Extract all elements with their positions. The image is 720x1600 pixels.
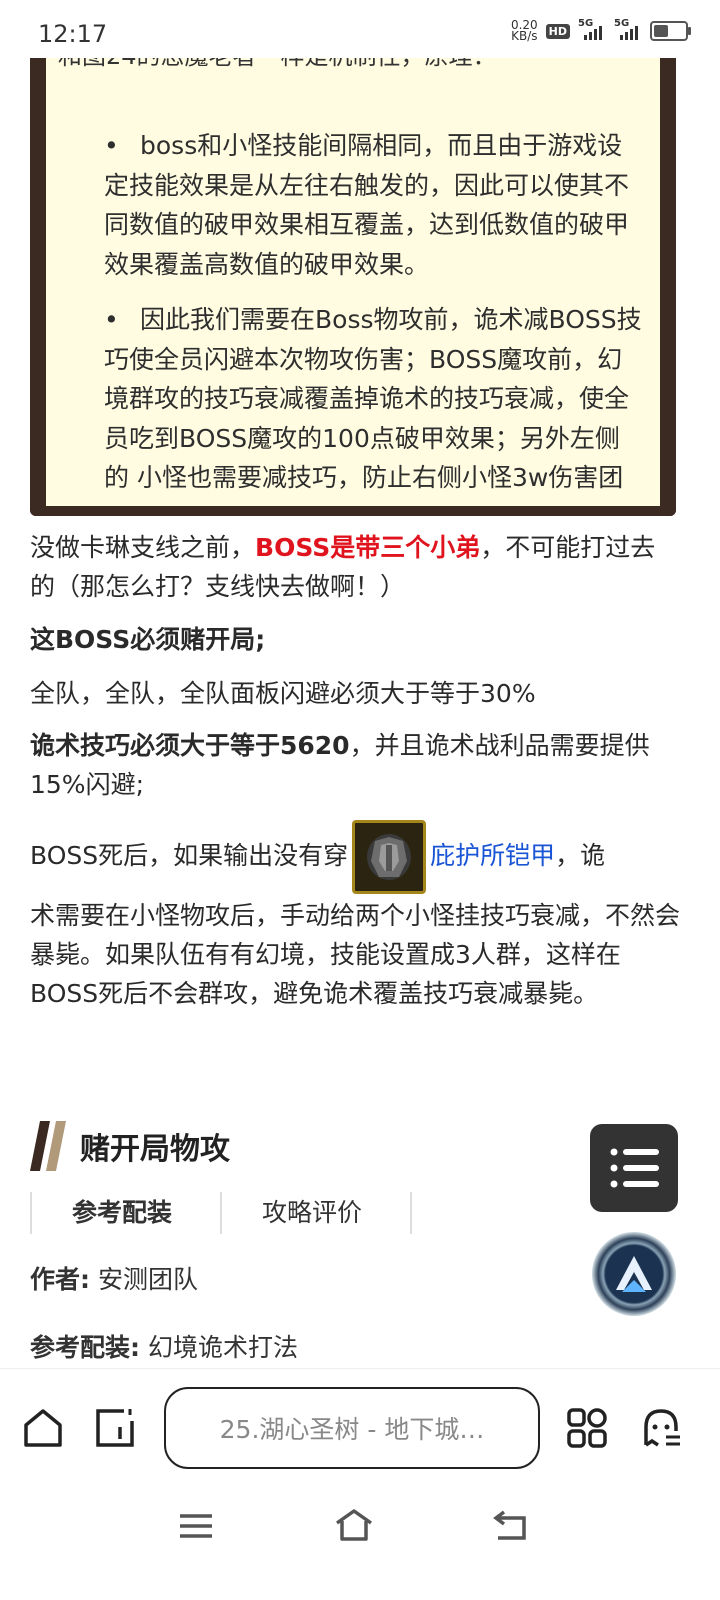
list-item: • boss和小怪技能间隔相同，而且由于游戏设定技能效果是从左往右触发的，因此可以… <box>104 131 630 279</box>
paragraph-after-boss: 术需要在小怪物攻后，手动给两个小怪挂技巧衰减，不然会暴毙。如果队伍有有幻境，技能… <box>30 901 681 1008</box>
battery-icon <box>650 21 691 41</box>
armor-item-icon[interactable] <box>352 820 427 894</box>
section-header: 赌开局物攻 <box>30 1120 230 1172</box>
list-item: • 因此我们需要在Boss物攻前，诡术减BOSS技巧使全员闪避本次物攻伤害；BOS… <box>104 305 642 506</box>
author-line: 作者: 安测团队 <box>30 1265 198 1294</box>
address-bar[interactable]: 25.湖心圣树 - 地下城… <box>164 1387 540 1469</box>
hd-voice-icon: HD <box>545 23 570 39</box>
note-bullet-list: • boss和小怪技能间隔相同，而且由于游戏设定技能效果是从左往右触发的，因此可以… <box>104 126 644 506</box>
table-of-contents-button[interactable] <box>590 1124 678 1212</box>
paragraph-after-boss-line1: BOSS死后，如果输出没有穿 庇护所铠甲，诡 <box>30 818 680 894</box>
recent-apps-icon[interactable] <box>178 1512 214 1540</box>
status-bar: 12:17 0.20 KB/s HD 5G 5G <box>0 0 720 58</box>
status-time: 12:17 <box>38 20 108 48</box>
armor-link[interactable]: 庇护所铠甲 <box>430 841 555 870</box>
ghost-menu-icon[interactable] <box>640 1407 682 1449</box>
nav-home-icon[interactable] <box>334 1508 374 1542</box>
tab-guide-reviews[interactable]: 攻略评价 <box>220 1192 413 1234</box>
section-bars-icon <box>30 1121 66 1171</box>
apps-grid-icon[interactable] <box>566 1407 608 1449</box>
paragraph-skill-requirement: 诡术技巧必须大于等于5620，并且诡术战利品需要提供15%闪避; <box>30 731 650 799</box>
section-title: 赌开局物攻 <box>80 1132 230 1167</box>
config-line: 参考配装: 幻境诡术打法 <box>30 1333 298 1362</box>
home-icon[interactable] <box>22 1407 64 1449</box>
paragraph-before-quest: 没做卡琳支线之前，BOSS是带三个小弟，不可能打过去的（那怎么打？支线快去做啊！… <box>30 533 656 601</box>
app-logo-button[interactable] <box>592 1232 676 1316</box>
system-nav-bar <box>0 1486 720 1600</box>
tab-reference-gear[interactable]: 参考配装 <box>30 1192 220 1234</box>
paragraph-dodge-requirement: 全队，全队，全队面板闪避必须大于等于30% <box>30 679 536 708</box>
highlight-text: BOSS是带三个小弟 <box>255 533 481 562</box>
back-icon[interactable] <box>492 1508 528 1542</box>
status-icons: 0.20 KB/s HD 5G 5G <box>510 18 691 43</box>
note-box: 和图24的恶魔老者一样是机制性，原理： •boss和小怪技能间隔相同，而且由于游… <box>30 42 676 516</box>
tabs-icon[interactable] <box>94 1407 136 1449</box>
signal-icon-sim2: 5G <box>614 18 642 40</box>
section-tabs: 参考配装 攻略评价 <box>30 1192 413 1234</box>
network-speed: 0.20 KB/s <box>510 18 538 43</box>
battery-level <box>654 25 668 37</box>
app-logo-icon <box>616 1256 652 1292</box>
signal-icon-sim1: 5G <box>578 18 606 40</box>
browser-toolbar: 25.湖心圣树 - 地下城… <box>0 1368 720 1487</box>
list-icon <box>610 1148 659 1188</box>
paragraph-must-gamble: 这BOSS必须赌开局; <box>30 625 266 654</box>
